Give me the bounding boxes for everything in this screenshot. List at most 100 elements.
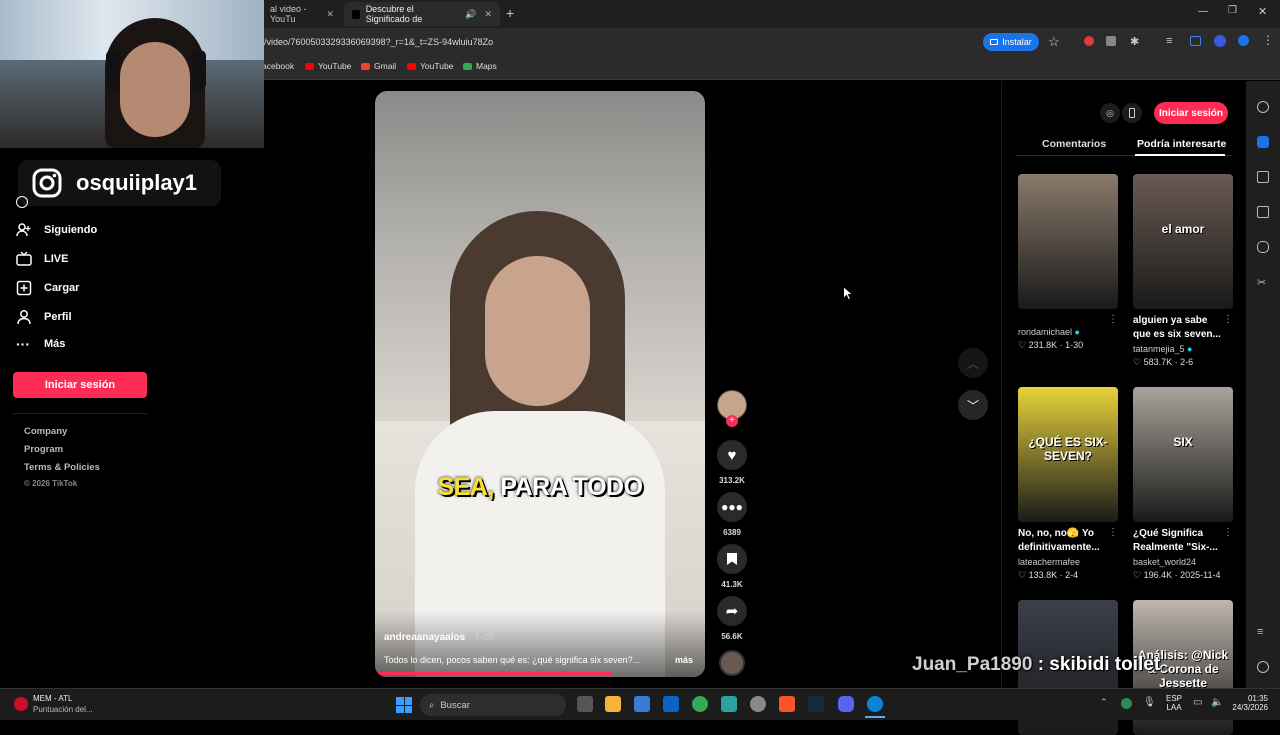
recommended-card[interactable]: rondamichael ● ♡ 231.8K · 1-30 ⋮ bbox=[1018, 174, 1118, 350]
volume-icon[interactable]: 🔈 bbox=[1211, 697, 1223, 708]
close-window-icon[interactable]: ✕ bbox=[1258, 5, 1267, 18]
discord-icon[interactable] bbox=[838, 696, 854, 712]
video-thumbnail[interactable]: el amor bbox=[1133, 174, 1233, 309]
bookmark-star-icon[interactable]: ☆ bbox=[1048, 34, 1060, 50]
video-thumbnail[interactable]: SIX bbox=[1133, 387, 1233, 522]
steam-icon[interactable] bbox=[808, 696, 824, 712]
customize-icon[interactable]: ≡ bbox=[1257, 626, 1263, 638]
collections-icon[interactable] bbox=[1257, 171, 1269, 183]
new-tab-icon[interactable]: + bbox=[506, 5, 514, 21]
like-button[interactable]: ♥ bbox=[717, 440, 747, 470]
video-player[interactable]: SEA, PARA TODO andreaanayaalos · 1-28 To… bbox=[375, 91, 705, 677]
sidebar-item-live[interactable]: LIVE bbox=[16, 251, 68, 267]
sidebar-item-more[interactable]: ··· Más bbox=[16, 337, 65, 351]
recommended-card[interactable]: el amor alguien ya sabe que es six seven.… bbox=[1133, 174, 1233, 367]
sidepanel-icon[interactable] bbox=[1190, 36, 1201, 46]
sidebar-item-following[interactable]: Siguiendo bbox=[16, 222, 97, 238]
install-label: Instalar bbox=[1002, 37, 1032, 47]
card-author[interactable]: basket_world24 bbox=[1133, 557, 1196, 567]
weather-widget-title[interactable]: MEM - ATL bbox=[33, 694, 72, 703]
browser-icon[interactable] bbox=[867, 696, 883, 712]
taskbar-search[interactable]: ⌕ Buscar bbox=[420, 694, 566, 716]
login-button-top[interactable]: Iniciar sesión bbox=[1154, 102, 1228, 124]
card-menu-icon[interactable]: ⋮ bbox=[1223, 314, 1233, 325]
network-icon[interactable]: ▭ bbox=[1193, 697, 1202, 708]
chevron-up-icon[interactable]: ⌃ bbox=[1100, 697, 1108, 708]
browser-tab-active[interactable]: Descubre el Significado de 🔊 ✕ bbox=[344, 2, 500, 26]
gamepad-icon[interactable] bbox=[1257, 241, 1269, 253]
comment-button[interactable]: ●●● bbox=[717, 492, 747, 522]
chrome-icon[interactable] bbox=[692, 696, 708, 712]
follow-plus-icon[interactable]: + bbox=[726, 415, 738, 427]
tray-icon[interactable] bbox=[1121, 698, 1132, 709]
footer-link-program[interactable]: Program bbox=[24, 444, 63, 455]
app-icon[interactable] bbox=[750, 696, 766, 712]
heart-outline-icon: ♡ bbox=[1018, 570, 1029, 580]
tab-recommended[interactable]: Podría interesarte bbox=[1137, 138, 1226, 150]
share-button[interactable]: ➦ bbox=[717, 596, 747, 626]
puzzle-icon[interactable]: ✱ bbox=[1130, 35, 1139, 48]
search-icon[interactable] bbox=[1257, 101, 1269, 113]
login-button[interactable]: Iniciar sesión bbox=[13, 372, 147, 398]
card-menu-icon[interactable]: ⋮ bbox=[1108, 527, 1118, 538]
restore-icon[interactable]: ❐ bbox=[1228, 5, 1237, 16]
shield-icon[interactable] bbox=[1238, 35, 1249, 46]
clock[interactable]: 01:35 24/3/2026 bbox=[1228, 694, 1268, 712]
explore-icon[interactable] bbox=[16, 196, 28, 208]
video-thumbnail[interactable] bbox=[1018, 174, 1118, 309]
card-author[interactable]: tatanmejia_5 ● bbox=[1133, 344, 1192, 354]
menu-kebab-icon[interactable]: ⋮ bbox=[1262, 33, 1274, 47]
media-icon[interactable]: ≡ bbox=[1166, 35, 1172, 47]
extension-icon[interactable] bbox=[1106, 36, 1116, 46]
video-progress-bar[interactable] bbox=[377, 672, 611, 675]
tab-comments[interactable]: Comentarios bbox=[1042, 138, 1106, 150]
recommended-card[interactable]: ¿QUÉ ES SIX-SEVEN? No, no, no🫣 Yo definit… bbox=[1018, 387, 1118, 580]
bookmark-item[interactable]: Gmail bbox=[361, 61, 396, 71]
language-indicator[interactable]: ESP LAA bbox=[1166, 694, 1182, 712]
bookmark-item[interactable]: acebook bbox=[262, 61, 294, 71]
bookmark-item[interactable]: YouTube bbox=[407, 61, 453, 71]
video-author[interactable]: andreaanayaalos · 1-28 bbox=[384, 632, 494, 643]
notes-icon[interactable] bbox=[1257, 206, 1269, 218]
url-field[interactable]: /video/7600503329336069398?_r=1&_t=ZS-94… bbox=[264, 37, 493, 47]
sidebar-item-profile[interactable]: Perfil bbox=[16, 309, 72, 325]
outlook-icon[interactable] bbox=[663, 696, 679, 712]
mic-icon[interactable]: 🎙 bbox=[1143, 697, 1156, 708]
task-view-icon[interactable] bbox=[577, 696, 593, 712]
card-author[interactable]: lateachermafee bbox=[1018, 557, 1080, 567]
install-button[interactable]: Instalar bbox=[983, 33, 1039, 51]
card-author[interactable]: rondamichael ● bbox=[1018, 327, 1080, 337]
sidebar-item-upload[interactable]: Cargar bbox=[16, 280, 79, 296]
save-button[interactable] bbox=[717, 544, 747, 574]
recommended-card[interactable]: SIX ¿Qué Significa Realmente "Six-... bask… bbox=[1133, 387, 1233, 580]
previous-video-button[interactable]: ︿ bbox=[958, 348, 988, 378]
footer-link-terms[interactable]: Terms & Policies bbox=[24, 462, 100, 473]
video-thumbnail[interactable]: ¿QUÉ ES SIX-SEVEN? bbox=[1018, 387, 1118, 522]
copilot-icon[interactable] bbox=[1257, 136, 1269, 148]
help-icon[interactable] bbox=[1257, 661, 1269, 673]
app-icon[interactable] bbox=[721, 696, 737, 712]
store-icon[interactable] bbox=[634, 696, 650, 712]
bookmark-item[interactable]: Maps bbox=[463, 61, 497, 71]
device-button[interactable] bbox=[1122, 103, 1142, 123]
windows-start-icon[interactable] bbox=[396, 697, 412, 713]
file-explorer-icon[interactable] bbox=[605, 696, 621, 712]
weather-widget-subtitle[interactable]: Puntuación del... bbox=[33, 705, 93, 714]
profile-avatar-icon[interactable] bbox=[1214, 35, 1226, 47]
tools-icon[interactable]: ✂ bbox=[1257, 276, 1266, 289]
minimize-icon[interactable]: — bbox=[1198, 6, 1208, 17]
card-menu-icon[interactable]: ⋮ bbox=[1223, 527, 1233, 538]
extension-icon[interactable] bbox=[1084, 36, 1094, 46]
brave-icon[interactable] bbox=[779, 696, 795, 712]
more-link[interactable]: más bbox=[675, 655, 693, 665]
music-disc-icon[interactable] bbox=[719, 650, 745, 676]
card-menu-icon[interactable]: ⋮ bbox=[1108, 314, 1118, 325]
close-icon[interactable]: ✕ bbox=[484, 9, 492, 20]
footer-link-company[interactable]: Company bbox=[24, 426, 67, 437]
close-icon[interactable]: ✕ bbox=[326, 9, 334, 20]
next-video-button[interactable]: ﹀ bbox=[958, 390, 988, 420]
compass-icon[interactable]: ◎ bbox=[1100, 103, 1120, 123]
browser-tab[interactable]: al video - YouTu ✕ bbox=[262, 2, 342, 26]
bookmark-icon bbox=[727, 553, 737, 565]
bookmark-item[interactable]: YouTube bbox=[305, 61, 351, 71]
